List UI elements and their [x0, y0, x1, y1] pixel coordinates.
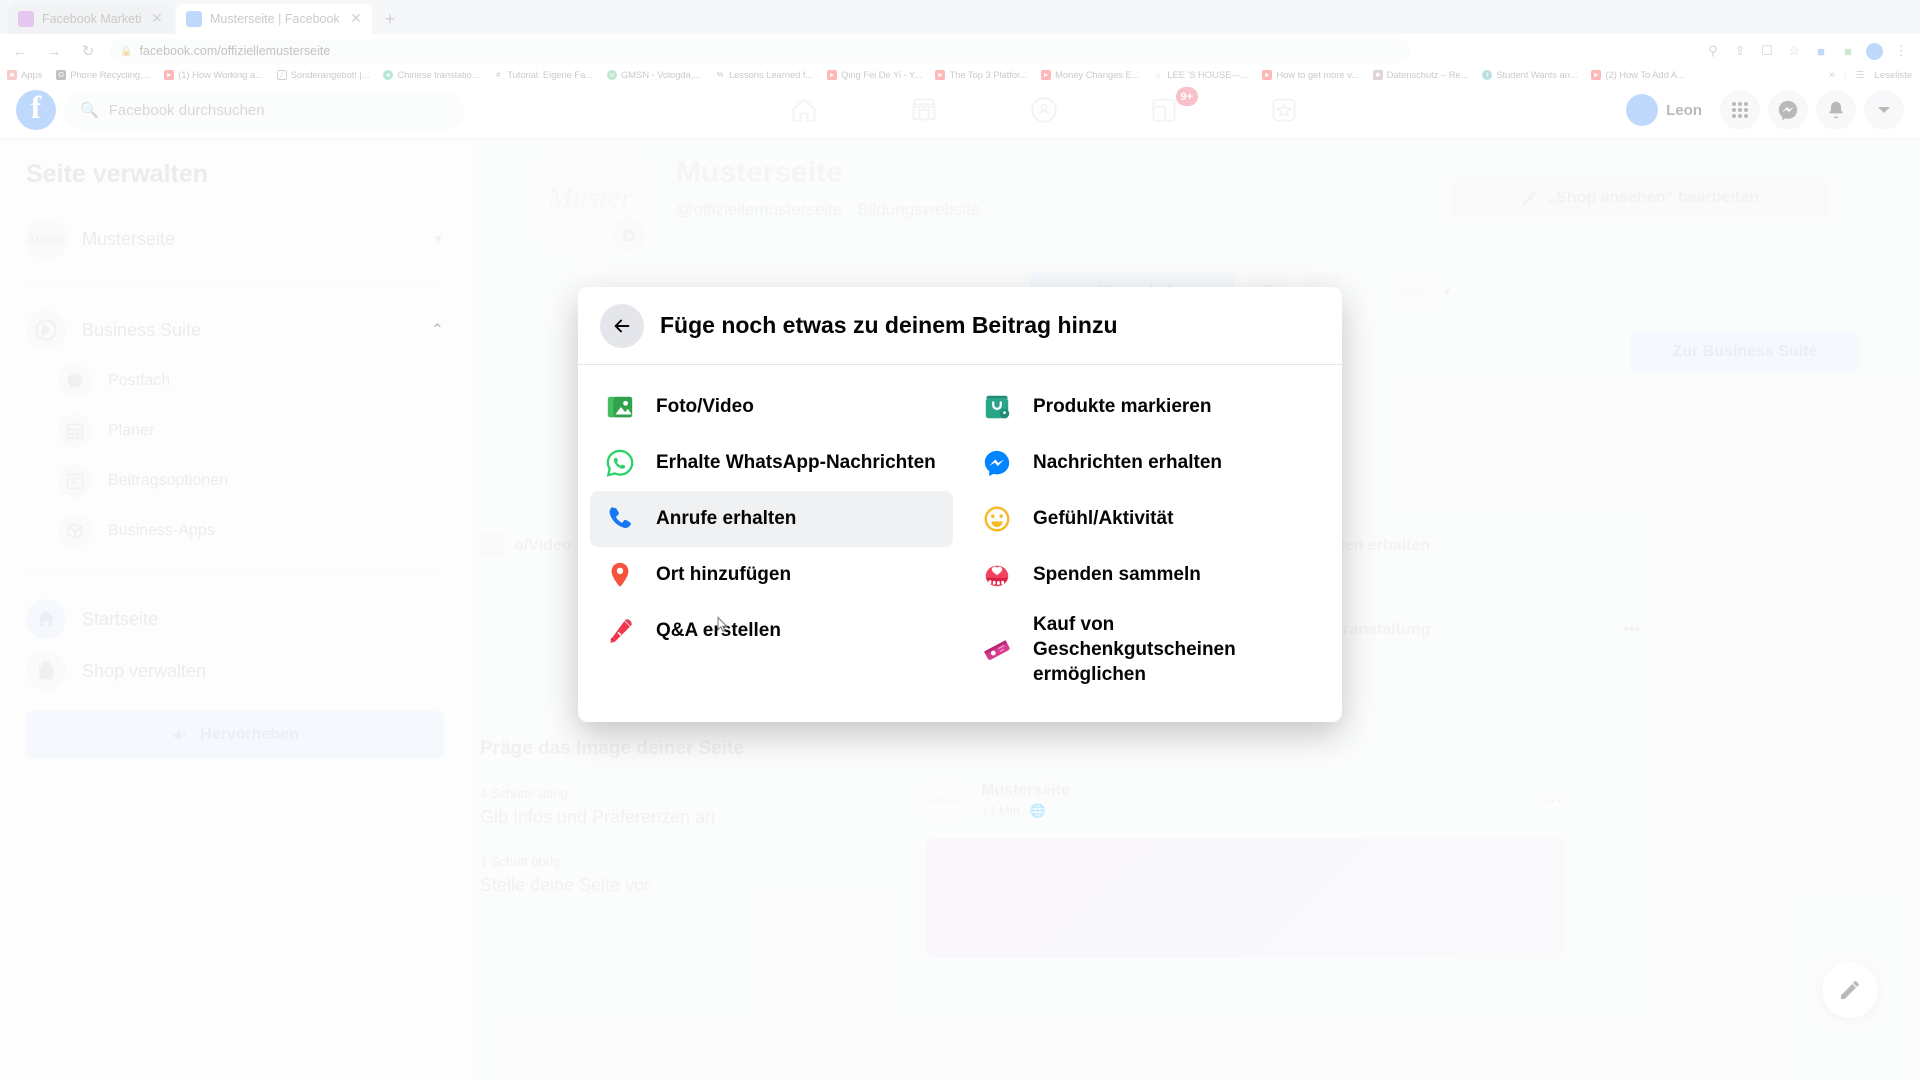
microphone-icon [604, 615, 636, 647]
modal-item-whatsapp-messages[interactable]: Erhalte WhatsApp-Nachrichten [590, 435, 953, 491]
location-pin-icon [604, 559, 636, 591]
mouse-cursor-icon [717, 616, 729, 632]
modal-left-column: Foto/Video Erhalte WhatsApp-Nachrichten … [590, 379, 953, 696]
smiley-icon [981, 503, 1013, 535]
modal-item-label: Nachrichten erhalten [1033, 452, 1222, 474]
modal-item-collect-donations[interactable]: Spenden sammeln [967, 547, 1330, 603]
arrow-left-icon [614, 319, 630, 332]
product-tag-icon [981, 391, 1013, 423]
gift-card-icon [981, 634, 1013, 666]
modal-item-label: Erhalte WhatsApp-Nachrichten [656, 452, 936, 474]
modal-item-tag-products[interactable]: Produkte markieren [967, 379, 1330, 435]
modal-item-gift-cards[interactable]: Kauf von Geschenkgutscheinen ermöglichen [967, 603, 1330, 696]
modal-item-add-location[interactable]: Ort hinzufügen [590, 547, 953, 603]
modal-item-label: Ort hinzufügen [656, 564, 792, 586]
modal-body: Foto/Video Erhalte WhatsApp-Nachrichten … [578, 365, 1342, 722]
modal-item-feeling-activity[interactable]: Gefühl/Aktivität [967, 491, 1330, 547]
phone-call-icon [604, 503, 636, 535]
modal-item-calls[interactable]: Anrufe erhalten [590, 491, 953, 547]
modal-title: Füge noch etwas zu deinem Beitrag hinzu [660, 312, 1118, 338]
add-to-post-modal: Füge noch etwas zu deinem Beitrag hinzu … [578, 287, 1342, 723]
modal-item-label: Produkte markieren [1033, 396, 1212, 418]
modal-item-foto-video[interactable]: Foto/Video [590, 379, 953, 435]
modal-item-create-qa[interactable]: Q&A erstellen [590, 603, 953, 659]
whatsapp-icon [604, 447, 636, 479]
modal-item-label: Foto/Video [656, 396, 754, 418]
messenger-icon [981, 447, 1013, 479]
modal-item-label: Spenden sammeln [1033, 564, 1201, 586]
donation-heart-icon [981, 559, 1013, 591]
modal-item-label: Anrufe erhalten [656, 508, 797, 530]
modal-item-label: Gefühl/Aktivität [1033, 508, 1174, 530]
modal-item-receive-messages[interactable]: Nachrichten erhalten [967, 435, 1330, 491]
modal-right-column: Produkte markieren Nachrichten erhalten … [967, 379, 1330, 696]
modal-header: Füge noch etwas zu deinem Beitrag hinzu [578, 287, 1342, 365]
back-button[interactable] [600, 303, 644, 348]
photo-video-icon [604, 391, 636, 423]
modal-item-label: Kauf von Geschenkgutscheinen ermöglichen [1033, 614, 1236, 686]
